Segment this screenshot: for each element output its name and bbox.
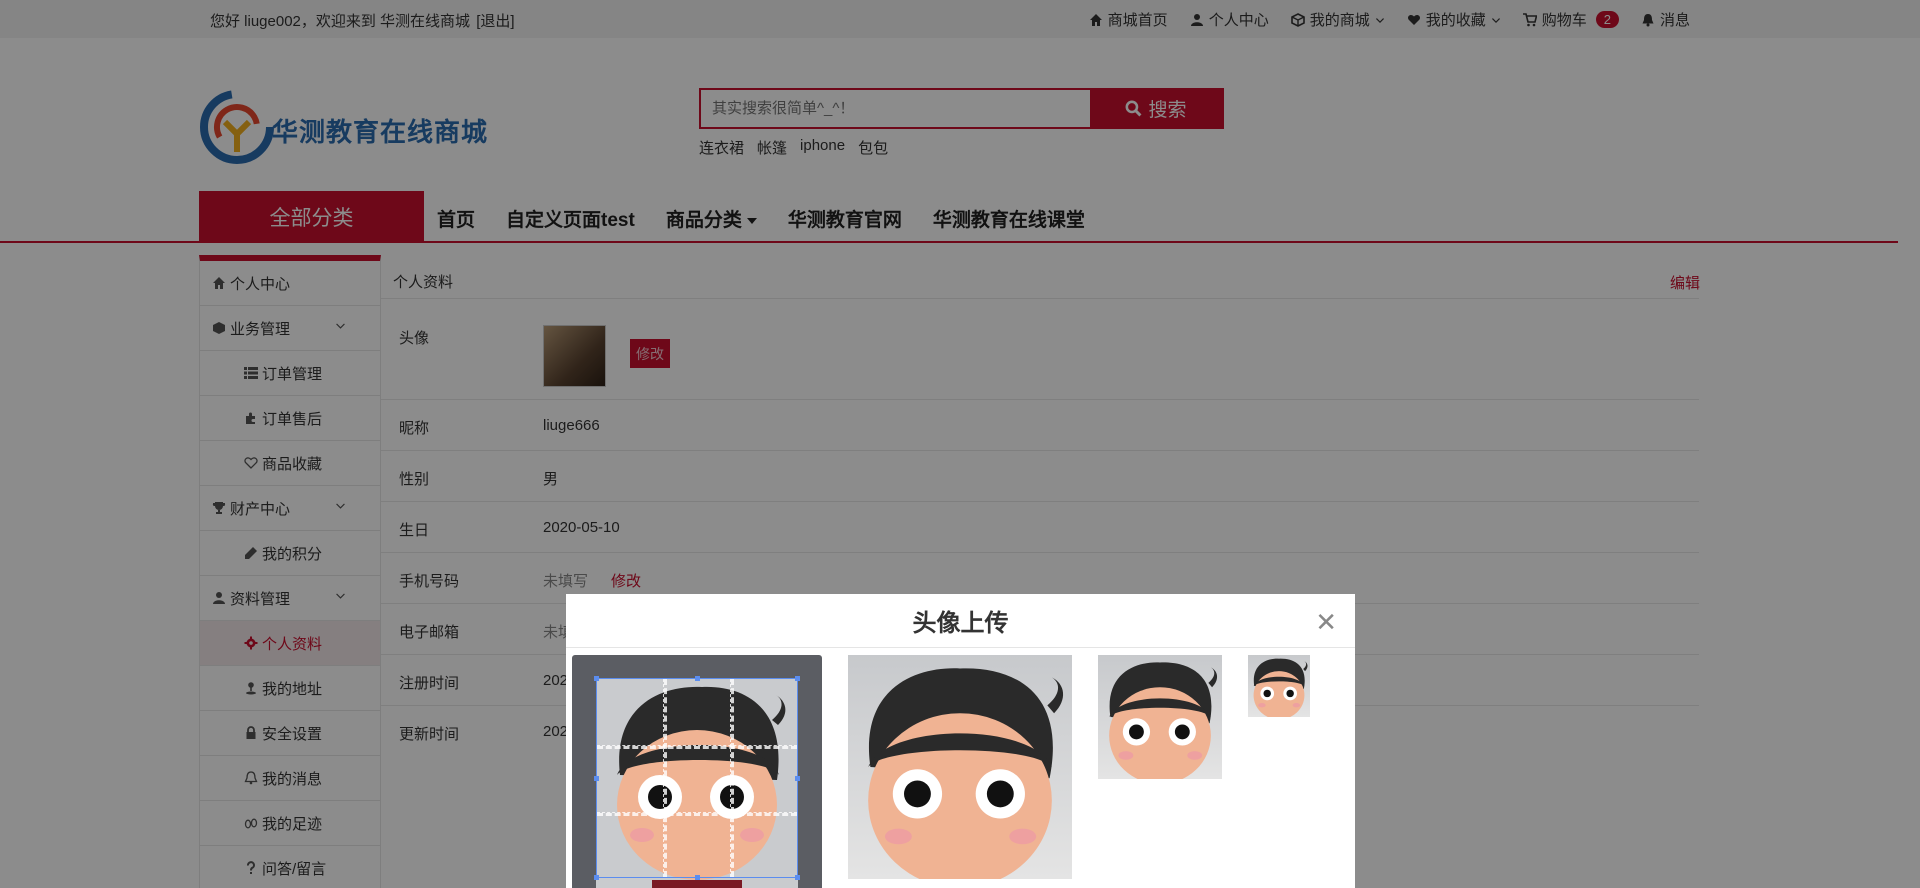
avatar-preview-image [868, 668, 1064, 879]
close-icon[interactable]: ✕ [1315, 607, 1337, 638]
avatar-upload-modal: 头像上传 ✕ [566, 594, 1355, 888]
image-cropper[interactable] [572, 655, 822, 888]
crop-grid-line [597, 812, 797, 816]
crop-grid-line [663, 679, 667, 877]
modal-header: 头像上传 ✕ [566, 594, 1355, 648]
avatar-preview-large [848, 655, 1072, 879]
crop-handle[interactable] [795, 676, 800, 681]
modal-title: 头像上传 [912, 610, 1009, 637]
crop-handle[interactable] [594, 676, 599, 681]
crop-grid-line [730, 679, 734, 877]
avatar-preview-small [1248, 655, 1310, 717]
avatar-preview-medium [1098, 655, 1222, 779]
crop-handle[interactable] [594, 776, 599, 781]
crop-handle[interactable] [695, 676, 700, 681]
crop-handle[interactable] [795, 776, 800, 781]
crop-handle[interactable] [695, 875, 700, 880]
crop-handle[interactable] [594, 875, 599, 880]
crop-grid-line [597, 745, 797, 749]
avatar-preview-image [1253, 658, 1308, 717]
crop-handle[interactable] [795, 875, 800, 880]
avatar-preview-image [1109, 662, 1218, 779]
crop-selection[interactable] [594, 676, 800, 880]
